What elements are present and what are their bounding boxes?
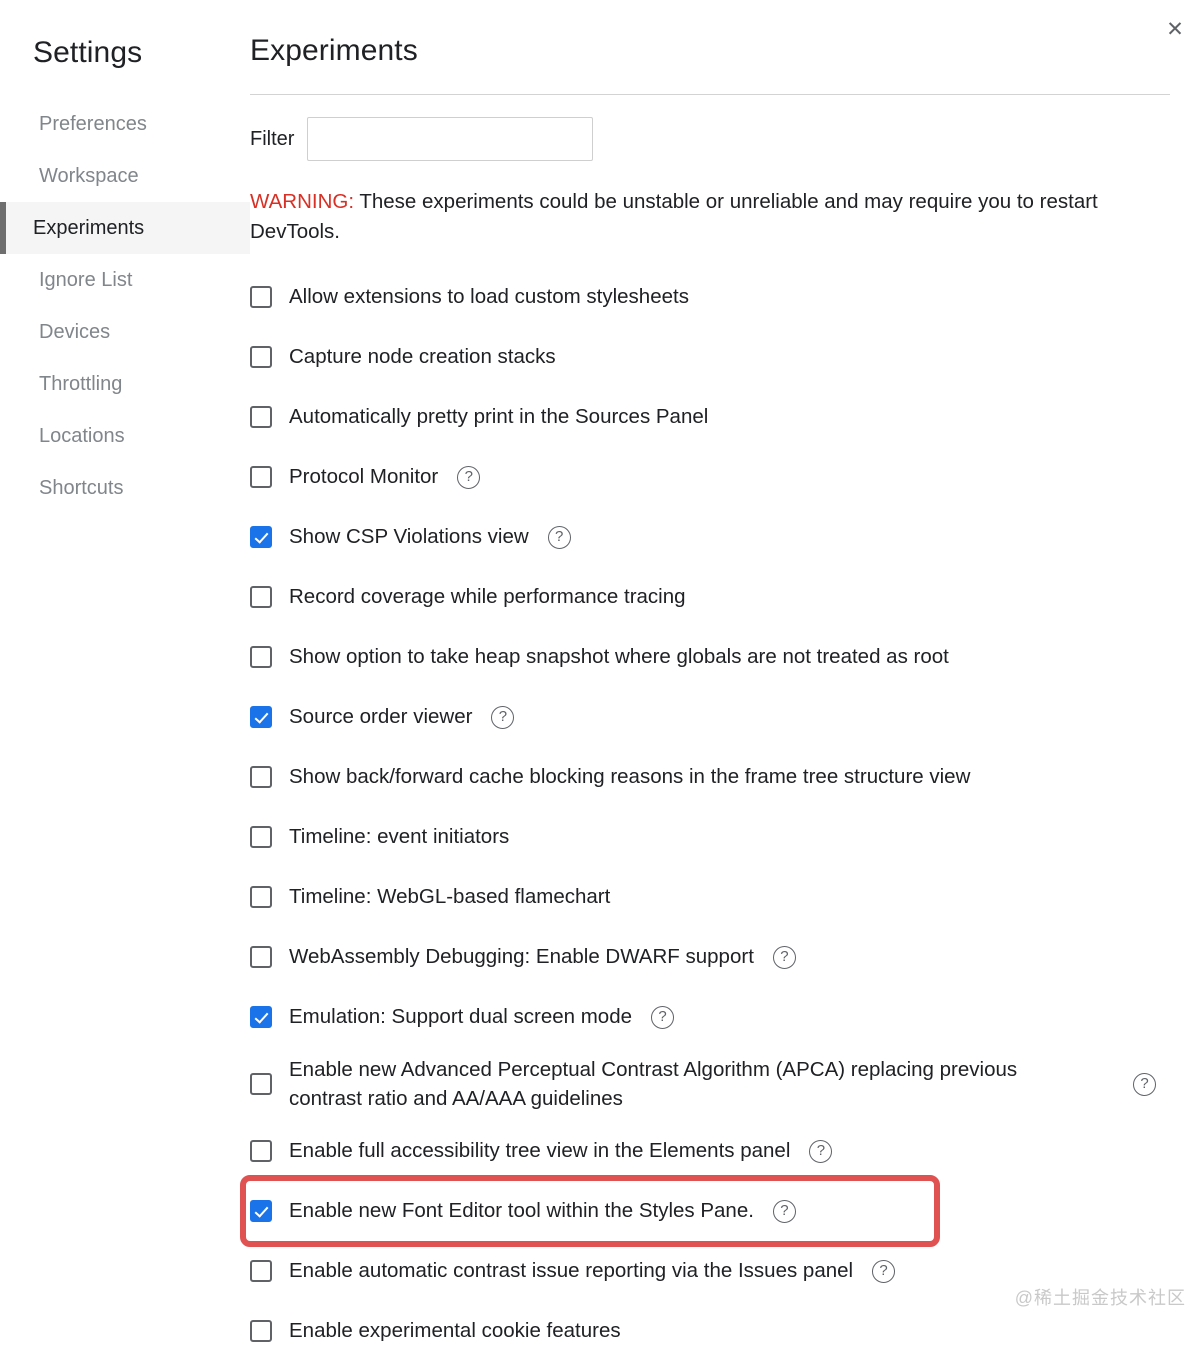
experiment-label[interactable]: Emulation: Support dual screen mode	[289, 1002, 632, 1032]
warning-body-label: These experiments could be unstable or u…	[250, 190, 1098, 244]
experiment-label[interactable]: Enable experimental cookie features	[289, 1316, 621, 1346]
sidebar-item-devices[interactable]: Devices	[0, 306, 250, 358]
experiment-row: Timeline: event initiators	[250, 807, 1174, 867]
experiment-row: Record coverage while performance tracin…	[250, 567, 1174, 627]
sidebar-item-label: Workspace	[39, 164, 139, 187]
experiment-checkbox[interactable]	[250, 1073, 272, 1096]
sidebar-item-throttling[interactable]: Throttling	[0, 358, 250, 410]
experiment-checkbox[interactable]	[250, 646, 272, 669]
experiment-checkbox[interactable]	[250, 1260, 272, 1283]
experiment-row: Enable full accessibility tree view in t…	[250, 1121, 1174, 1181]
experiment-row: WebAssembly Debugging: Enable DWARF supp…	[250, 927, 1174, 987]
experiment-label[interactable]: Enable automatic contrast issue reportin…	[289, 1256, 853, 1286]
experiment-checkbox[interactable]	[250, 1320, 272, 1343]
experiment-label[interactable]: Enable full accessibility tree view in t…	[289, 1136, 790, 1166]
sidebar-item-label: Shortcuts	[39, 476, 124, 499]
sidebar-item-workspace[interactable]: Workspace	[0, 150, 250, 202]
experiment-checkbox[interactable]	[250, 466, 272, 489]
filter-row: Filter	[250, 117, 1174, 161]
warning-prefix-label: WARNING:	[250, 190, 355, 213]
experiment-row: Show option to take heap snapshot where …	[250, 627, 1174, 687]
experiment-label[interactable]: Capture node creation stacks	[289, 342, 556, 372]
filter-input[interactable]	[307, 117, 594, 161]
sidebar-item-list: Preferences Workspace Experiments Ignore Li…	[0, 98, 250, 514]
experiment-label[interactable]: Source order viewer	[289, 702, 472, 732]
help-icon[interactable]: ?	[772, 945, 796, 969]
page-title: Experiments	[250, 34, 418, 67]
experiment-row: Enable new Font Editor tool within the S…	[250, 1181, 1174, 1241]
sidebar-item-shortcuts[interactable]: Shortcuts	[0, 462, 250, 514]
experiment-label[interactable]: WebAssembly Debugging: Enable DWARF supp…	[289, 942, 754, 972]
experiment-checkbox[interactable]	[250, 406, 272, 429]
help-icon[interactable]: ?	[809, 1139, 833, 1163]
experiment-row: Source order viewer?	[250, 687, 1174, 747]
help-icon[interactable]: ?	[772, 1199, 796, 1223]
experiment-label[interactable]: Automatically pretty print in the Source…	[289, 402, 708, 432]
experiment-checkbox[interactable]	[250, 286, 272, 309]
sidebar-item-locations[interactable]: Locations	[0, 410, 250, 462]
experiment-row: Capture node creation stacks	[250, 327, 1174, 387]
sidebar-item-label: Devices	[39, 320, 111, 343]
experiment-label[interactable]: Show CSP Violations view	[289, 522, 529, 552]
help-icon[interactable]: ?	[547, 525, 571, 549]
experiment-checkbox[interactable]	[250, 346, 272, 369]
sidebar-item-label: Preferences	[39, 112, 147, 135]
experiment-label[interactable]: Enable new Advanced Perceptual Contrast …	[289, 1055, 1049, 1114]
experiment-checkbox[interactable]	[250, 586, 272, 609]
experiment-checkbox[interactable]	[250, 766, 272, 789]
experiment-checkbox[interactable]	[250, 1200, 272, 1223]
experiment-row: Automatically pretty print in the Source…	[250, 387, 1174, 447]
help-icon[interactable]: ?	[651, 1005, 675, 1029]
experiment-checkbox[interactable]	[250, 1006, 272, 1029]
experiment-row: Enable experimental cookie features	[250, 1301, 1174, 1361]
experiment-label[interactable]: Show option to take heap snapshot where …	[289, 642, 949, 672]
sidebar-item-preferences[interactable]: Preferences	[0, 98, 250, 150]
sidebar-item-ignore-list[interactable]: Ignore List	[0, 254, 250, 306]
experiment-checkbox[interactable]	[250, 1140, 272, 1163]
sidebar-item-experiments[interactable]: Experiments	[0, 202, 250, 254]
experiment-label[interactable]: Allow extensions to load custom styleshe…	[289, 282, 689, 312]
help-icon[interactable]: ?	[491, 705, 515, 729]
experiment-row: Emulation: Support dual screen mode?	[250, 987, 1174, 1047]
experiment-checkbox[interactable]	[250, 706, 272, 729]
sidebar-item-label: Experiments	[33, 216, 145, 239]
warning-text: WARNING: These experiments could be unst…	[250, 187, 1155, 247]
experiments-list: Allow extensions to load custom styleshe…	[250, 267, 1174, 1361]
experiment-label[interactable]: Protocol Monitor	[289, 462, 438, 492]
experiment-checkbox[interactable]	[250, 886, 272, 909]
experiment-row: Allow extensions to load custom styleshe…	[250, 267, 1174, 327]
experiment-checkbox[interactable]	[250, 826, 272, 849]
experiment-row: Show back/forward cache blocking reasons…	[250, 747, 1174, 807]
help-icon[interactable]: ?	[457, 465, 481, 489]
experiment-label[interactable]: Timeline: WebGL-based flamechart	[289, 882, 610, 912]
experiments-panel: Experiments Filter WARNING: These experi…	[250, 0, 1204, 1361]
sidebar-item-label: Throttling	[39, 372, 123, 395]
sidebar-item-label: Locations	[39, 424, 125, 447]
experiment-checkbox[interactable]	[250, 946, 272, 969]
experiment-row: Protocol Monitor?	[250, 447, 1174, 507]
experiment-row: Timeline: WebGL-based flamechart	[250, 867, 1174, 927]
experiment-label[interactable]: Record coverage while performance tracin…	[289, 582, 686, 612]
experiment-label[interactable]: Show back/forward cache blocking reasons…	[289, 762, 970, 792]
help-icon[interactable]: ?	[1133, 1072, 1156, 1096]
settings-dialog: Settings Preferences Workspace Experiments…	[0, 0, 1204, 1354]
settings-title: Settings	[33, 36, 143, 69]
experiment-row: Show CSP Violations view?	[250, 507, 1174, 567]
help-icon[interactable]: ?	[872, 1259, 896, 1283]
settings-sidebar: Settings Preferences Workspace Experiments…	[0, 0, 250, 514]
experiment-label[interactable]: Enable new Font Editor tool within the S…	[289, 1196, 754, 1226]
watermark: @稀土掘金技术社区	[1014, 1288, 1186, 1308]
title-divider	[250, 94, 1170, 95]
experiment-label[interactable]: Timeline: event initiators	[289, 822, 509, 852]
experiment-checkbox[interactable]	[250, 526, 272, 549]
experiment-row: Enable new Advanced Perceptual Contrast …	[250, 1047, 1174, 1121]
sidebar-item-label: Ignore List	[39, 268, 133, 291]
filter-label: Filter	[250, 127, 295, 150]
